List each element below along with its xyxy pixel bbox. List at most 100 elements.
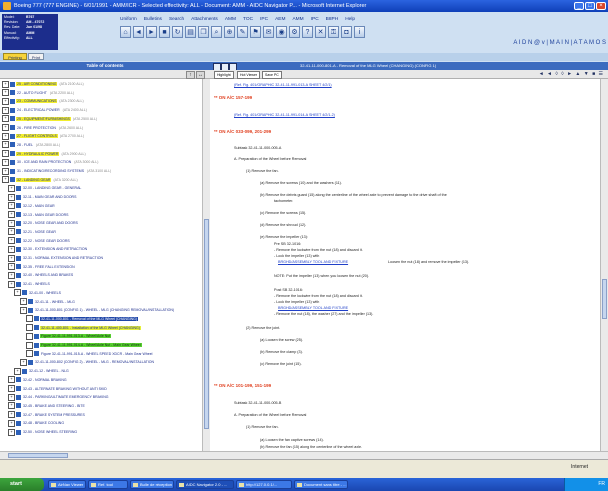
expand-icon[interactable]: + [8, 402, 15, 410]
menu-item-search[interactable]: Search [169, 17, 184, 22]
expand-icon[interactable]: + [8, 376, 15, 384]
document-link[interactable]: (Ref. Fig. 401/GRAPHIC 32-41-11-991-013-… [234, 83, 332, 88]
toc-item-label[interactable]: 32-41-11-000-802 (CONFIG 2) - WHEEL - ML… [34, 360, 155, 364]
toc-item[interactable]: +32-35 - FREE FALL EXTENSION [8, 263, 76, 271]
scroll-thumb[interactable] [602, 279, 607, 319]
toc-item[interactable]: +32-41-12 - WHEEL - NLG [14, 367, 70, 375]
taskbar-task[interactable]: AirNav Viewer [48, 480, 86, 489]
expand-icon[interactable]: + [2, 167, 9, 175]
toc-item-label[interactable]: 24 - ELECTRICAL POWER [16, 108, 61, 112]
toc-item[interactable]: +32-48 - BRAKE COOLING [8, 419, 65, 427]
doc-window-icon[interactable] [213, 63, 221, 70]
toc-item-label[interactable]: 32-50 - NOSE WHEEL STEERING [22, 430, 78, 434]
expand-icon[interactable]: + [14, 367, 21, 375]
copy-icon[interactable]: ❐ [198, 26, 209, 38]
expand-icon[interactable]: + [8, 263, 15, 271]
document-nav-icons[interactable]: ◄ ◄ ◊ ◊ ► ▲ ▼ ■ ☰ [539, 71, 604, 78]
toc-item-label[interactable]: 32-40 - WHEELS AND BRAKES [22, 273, 74, 277]
expand-icon[interactable]: + [2, 150, 9, 158]
taskbar-task[interactable]: Ref. tool [88, 480, 128, 489]
document-scrollbar[interactable] [600, 79, 608, 451]
scroll-thumb[interactable] [8, 453, 68, 458]
toc-item-label[interactable]: 29 - HYDRAULIC POWER [16, 151, 60, 156]
view-icon[interactable]: ◉ [276, 26, 287, 38]
toc-item-label[interactable]: 32-41-12 - WHEEL - NLG [28, 369, 70, 373]
toc-item[interactable]: +30 - ICE AND RAIN PROTECTION (ATA 3000 A… [2, 158, 98, 166]
expand-icon[interactable]: + [8, 211, 15, 219]
taskbar-task[interactable]: Bulle de réception [130, 480, 174, 489]
expand-icon[interactable]: + [8, 184, 15, 192]
print-icon[interactable]: ▤ [185, 26, 196, 38]
toc-item-label[interactable]: 32-41-11-000-801 (CONFIG 1) - WHEEL - ML… [34, 308, 175, 312]
toc-item[interactable]: +32-20 - NOSE GEAR AND DOORS [8, 219, 79, 227]
toc-item[interactable]: +32-45 - BRAKE AND STEERING - BITE [8, 402, 86, 410]
menu-item-toc[interactable]: TOC [243, 17, 253, 22]
menu-item-attachments[interactable]: Attachments [191, 17, 218, 22]
expand-icon[interactable] [26, 332, 33, 340]
menu-item-ipc[interactable]: IPC [311, 17, 319, 22]
expand-icon[interactable]: + [2, 132, 9, 140]
toc-item[interactable]: Figure 32-41-11-991-014-A - Wheel/Axle N… [26, 341, 142, 349]
expand-icon[interactable]: + [8, 219, 15, 227]
help-icon[interactable]: ? [302, 26, 313, 38]
expand-icon[interactable]: + [8, 419, 15, 427]
mail-icon[interactable]: ✉ [263, 26, 274, 38]
header-right-links[interactable]: A I D N @ v | M A I N | A T A M O S [440, 38, 606, 48]
toc-item-label[interactable]: 32-41-00 - WHEELS [28, 291, 62, 295]
toc-item-label[interactable]: 28 - FUEL [16, 143, 34, 147]
toc-item-label[interactable]: 22 - AUTO FLIGHT [16, 91, 48, 95]
system-tray[interactable]: FR [564, 478, 608, 491]
expand-icon[interactable]: + [8, 228, 15, 236]
toc-item[interactable]: +23 - COMMUNICATIONS (ATA 2300 ALL) [2, 97, 84, 105]
toc-item-label[interactable]: 32-45 - BRAKE AND STEERING - BITE [22, 404, 86, 408]
toc-item-label[interactable]: 25 - EQUIPMENT/FURNISHINGS [16, 116, 71, 121]
menu-item-b8ph[interactable]: B8PH [326, 17, 339, 22]
lock-icon[interactable]: ⚿ [328, 26, 339, 38]
toc-item[interactable]: 32-41-11-400-801 - Installation of the M… [26, 324, 141, 332]
expand-icon[interactable]: + [2, 141, 9, 149]
toc-item-label[interactable]: 32-42 - NORMAL BRAKING [22, 378, 68, 382]
expand-icon[interactable]: + [14, 289, 21, 297]
toc-item-label[interactable]: 32-13 - MAIN GEAR DOORS [22, 213, 70, 217]
toc-item[interactable]: +25 - EQUIPMENT/FURNISHINGS (ATA 2500 ALL… [2, 115, 97, 123]
expand-icon[interactable]: + [8, 202, 15, 210]
toc-scrollbar[interactable] [202, 79, 210, 451]
expand-icon[interactable] [26, 350, 33, 358]
expand-icon[interactable]: + [2, 89, 9, 97]
toc-item[interactable]: +24 - ELECTRICAL POWER (ATA 2400 ALL) [2, 106, 87, 114]
expand-icon[interactable]: + [2, 115, 9, 123]
toc-item[interactable]: +32-47 - BRAKE SYSTEM PRESSURES [8, 411, 86, 419]
expand-icon[interactable]: + [2, 97, 9, 105]
toc-item[interactable]: +32-44 - PARKING/ULTIMATE EMERGENCY BRAK… [8, 393, 110, 401]
toc-horizontal-scrollbar[interactable] [0, 451, 210, 459]
hot-viewer-button[interactable]: Hot Viewer [237, 71, 261, 79]
close-button[interactable]: × [596, 2, 606, 10]
taskbar-task[interactable]: http://127.0.0.1/... [236, 480, 292, 489]
expand-icon[interactable]: + [8, 428, 15, 436]
minimize-button[interactable]: _ [574, 2, 584, 10]
start-button[interactable]: start [0, 478, 44, 491]
toc-item[interactable]: +25 - AIR CONDITIONING (ATA 2100 ALL) [2, 80, 84, 88]
toc-item-label[interactable]: 32-00 - LANDING GEAR - GENERAL [22, 186, 82, 190]
toc-item-label[interactable]: 32-20 - NOSE GEAR AND DOORS [22, 221, 79, 225]
expand-icon[interactable]: + [8, 385, 15, 393]
expand-icon[interactable]: + [20, 358, 27, 366]
expand-icon[interactable]: + [20, 306, 27, 314]
expand-icon[interactable]: + [2, 106, 9, 114]
toc-item[interactable]: +32-13 - MAIN GEAR DOORS [8, 211, 70, 219]
toc-item-label[interactable]: 32-47 - BRAKE SYSTEM PRESSURES [22, 413, 86, 417]
toc-item-label[interactable]: 26 - FIRE PROTECTION [16, 126, 57, 130]
toc-item[interactable]: +32-22 - NOSE GEAR DOORS [8, 237, 71, 245]
toc-item[interactable]: +29 - HYDRAULIC POWER (ATA 2900 ALL) [2, 150, 86, 158]
expand-icon[interactable]: + [8, 280, 15, 288]
toc-item[interactable]: +28 - FUEL (ATA 2800 ALL) [2, 141, 60, 149]
toc-item[interactable]: +32-00 - LANDING GEAR - GENERAL [8, 184, 82, 192]
expand-icon[interactable] [26, 315, 33, 323]
expand-icon[interactable]: + [8, 237, 15, 245]
back-icon[interactable]: ◄ [133, 26, 144, 38]
toc-item[interactable]: +32-40 - WHEELS AND BRAKES [8, 271, 74, 279]
printing-mode-button[interactable]: Printing Mode [3, 53, 27, 67]
toc-item-label[interactable]: Figure 32-41-11-991-013-A - Wheel/Axle N… [40, 334, 112, 339]
toc-item[interactable]: 32-41-11-000-801 - Removal of the MLG Wh… [26, 315, 139, 323]
bookmark-icon[interactable]: ⚑ [250, 26, 261, 38]
